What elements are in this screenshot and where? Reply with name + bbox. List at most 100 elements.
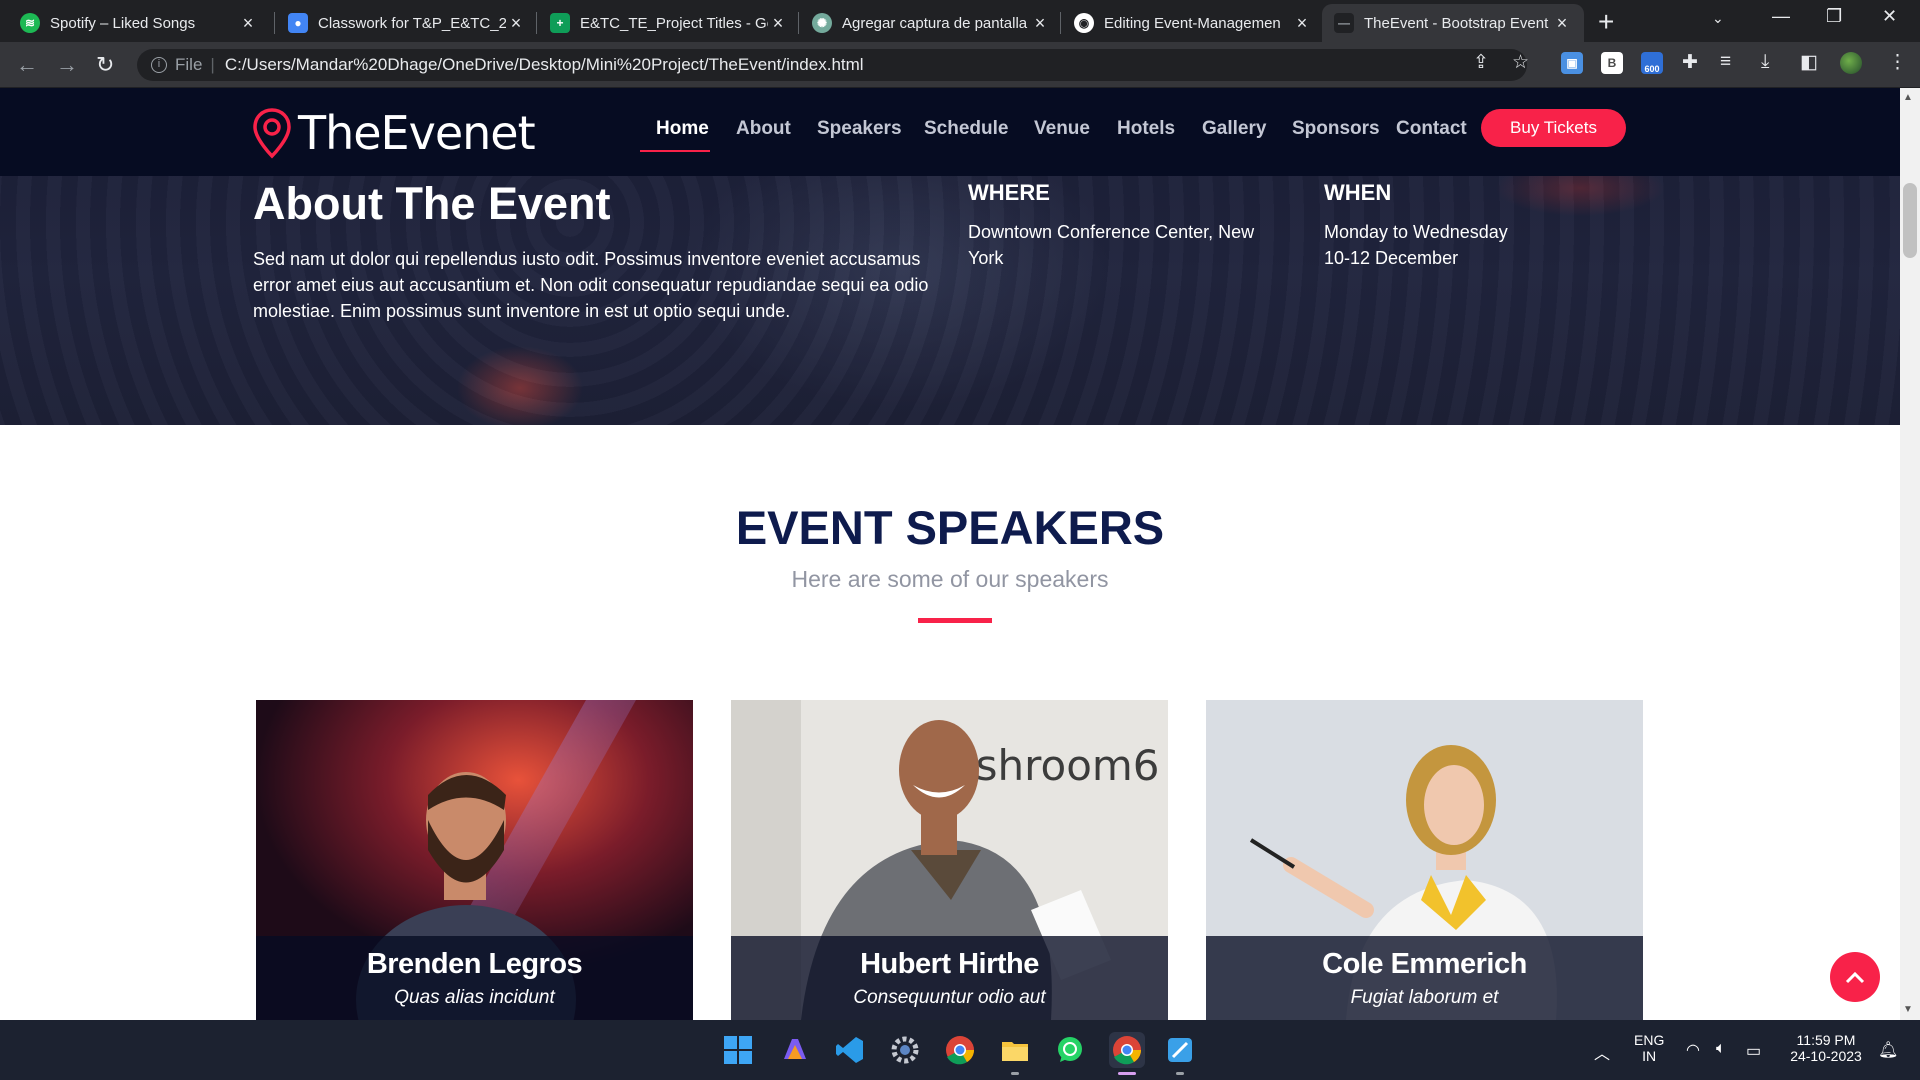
profile-avatar[interactable] <box>1840 52 1862 74</box>
tab-sheets[interactable]: + E&TC_TE_Project Titles - Go × <box>538 4 800 42</box>
nav-home[interactable]: Home <box>656 118 709 140</box>
tab-classroom[interactable]: ● Classwork for T&P_E&TC_2 × <box>276 4 538 42</box>
close-tab-icon[interactable]: × <box>1552 13 1572 34</box>
site-header: TheEvenet Home About Speakers Schedule V… <box>0 88 1900 176</box>
scroll-up-arrow[interactable]: ▲ <box>1903 92 1913 103</box>
restore-icon[interactable]: ❐ <box>1826 6 1842 27</box>
vscode-icon[interactable] <box>834 1034 866 1066</box>
when-days: Monday to Wednesday <box>1324 222 1508 242</box>
scroll-down-arrow[interactable]: ▼ <box>1903 1004 1913 1015</box>
whatsapp-icon[interactable] <box>1054 1034 1086 1066</box>
reload-icon[interactable]: ↻ <box>96 52 114 78</box>
browser-tab-strip: ≋ Spotify – Liked Songs × ● Classwork fo… <box>0 0 1920 42</box>
speaker-name[interactable]: Hubert Hirthe <box>731 948 1168 981</box>
tab-theevent[interactable]: — TheEvent - Bootstrap Event × <box>1322 4 1584 42</box>
about-title: About The Event <box>253 178 611 229</box>
close-tab-icon[interactable]: × <box>1030 13 1050 34</box>
b-extension-icon[interactable]: B <box>1601 52 1623 74</box>
bookmark-star-icon[interactable]: ☆ <box>1512 51 1529 74</box>
clock[interactable]: 11:59 PM 24-10-2023 <box>1786 1032 1866 1064</box>
speaker-caption: Brenden Legros Quas alias incidunt <box>256 936 693 1020</box>
chrome-menu-icon[interactable]: ⋮ <box>1888 51 1907 74</box>
share-icon[interactable]: ⇪ <box>1473 51 1489 74</box>
speaker-card[interactable]: mashroom6 Hubert Hirthe Consequuntur odi… <box>731 700 1168 1020</box>
tab-github[interactable]: ◉ Editing Event-Managemen × <box>1062 4 1324 42</box>
address-bar[interactable]: i File | C:/Users/Mandar%20Dhage/OneDriv… <box>137 49 1527 81</box>
close-tab-icon[interactable]: × <box>768 13 788 34</box>
side-panel-icon[interactable]: ◧ <box>1800 51 1818 74</box>
nav-speakers[interactable]: Speakers <box>817 118 902 140</box>
chatgpt-icon: ✺ <box>812 13 832 33</box>
extensions-puzzle-icon[interactable]: ✚ <box>1682 51 1698 74</box>
speaker-caption: Hubert Hirthe Consequuntur odio aut <box>731 936 1168 1020</box>
region-code: IN <box>1642 1048 1657 1064</box>
media-queue-icon[interactable]: ≡ <box>1720 51 1731 73</box>
tab-title: TheEvent - Bootstrap Event <box>1364 14 1549 32</box>
nav-about[interactable]: About <box>736 118 791 140</box>
section-divider <box>918 618 992 623</box>
sheets-icon: + <box>550 13 570 33</box>
nav-gallery[interactable]: Gallery <box>1202 118 1266 140</box>
windows-start-icon[interactable] <box>722 1034 754 1066</box>
close-tab-icon[interactable]: × <box>1292 13 1312 34</box>
wifi-icon[interactable]: ◠ <box>1686 1040 1700 1060</box>
speaker-role: Consequuntur odio aut <box>853 987 1046 1008</box>
nav-schedule[interactable]: Schedule <box>924 118 1008 140</box>
settings-icon[interactable] <box>889 1034 921 1066</box>
copilot-pre-icon[interactable] <box>779 1034 811 1066</box>
badge-extension-icon[interactable]: 600 <box>1641 52 1663 74</box>
speaker-card[interactable]: Cole Emmerich Fugiat laborum et <box>1206 700 1643 1020</box>
divider: | <box>210 55 215 74</box>
chrome-active-icon[interactable] <box>1109 1032 1145 1068</box>
nav-contact[interactable]: Contact <box>1396 118 1467 140</box>
chevron-up-icon <box>1845 971 1865 984</box>
speaker-role: Fugiat laborum et <box>1350 987 1499 1008</box>
notification-bell-icon[interactable]: 🔔︎ <box>1878 1040 1898 1060</box>
chrome-icon[interactable] <box>944 1034 976 1066</box>
tab-title: Editing Event-Managemen <box>1104 14 1281 32</box>
speaker-name[interactable]: Cole Emmerich <box>1206 948 1643 981</box>
url-text[interactable]: C:/Users/Mandar%20Dhage/OneDrive/Desktop… <box>225 55 864 75</box>
file-explorer-icon[interactable] <box>999 1034 1031 1066</box>
logo-text: TheEvenet <box>298 106 536 160</box>
language-indicator[interactable]: ENG IN <box>1634 1032 1664 1064</box>
scrollbar-thumb[interactable] <box>1903 183 1917 258</box>
tab-search-icon[interactable]: ⌄ <box>1712 10 1724 27</box>
volume-icon[interactable]: 🔈︎ <box>1716 1040 1726 1058</box>
nav-sponsors[interactable]: Sponsors <box>1292 118 1380 140</box>
close-tab-icon[interactable]: × <box>506 13 526 34</box>
nav-venue[interactable]: Venue <box>1034 118 1090 140</box>
tab-divider <box>274 12 275 34</box>
back-icon[interactable]: ← <box>16 52 38 78</box>
scheme-label: File <box>175 55 203 74</box>
back-to-top-button[interactable] <box>1830 952 1880 1002</box>
clock-time: 11:59 PM <box>1796 1032 1856 1048</box>
close-tab-icon[interactable]: × <box>238 13 258 34</box>
site-logo[interactable]: TheEvenet <box>252 106 536 160</box>
tab-title: Spotify – Liked Songs <box>50 14 196 32</box>
battery-icon[interactable]: ▭ <box>1746 1041 1761 1061</box>
when-dates: 10-12 December <box>1324 248 1459 268</box>
speakers-title: EVENT SPEAKERS <box>735 501 1165 554</box>
page-icon: — <box>1334 13 1354 33</box>
new-tab-button[interactable]: + <box>1598 6 1614 38</box>
forward-icon[interactable]: → <box>56 52 78 78</box>
close-window-icon[interactable]: ✕ <box>1882 6 1897 27</box>
speaker-card[interactable]: Brenden Legros Quas alias incidunt <box>256 700 693 1020</box>
active-indicator <box>1118 1072 1136 1075</box>
tab-divider <box>798 12 799 34</box>
tab-title: Classwork for T&P_E&TC_2 <box>318 14 506 32</box>
screen-capture-extension-icon[interactable]: ▣ <box>1561 52 1583 74</box>
minimize-icon[interactable]: — <box>1772 6 1790 27</box>
nav-hotels[interactable]: Hotels <box>1117 118 1175 140</box>
tray-overflow-chevron-icon[interactable]: ︿ <box>1594 1040 1610 1064</box>
speaker-name[interactable]: Brenden Legros <box>256 948 693 981</box>
snipping-tool-icon[interactable] <box>1164 1034 1196 1066</box>
info-icon[interactable]: i <box>151 57 167 73</box>
tab-chatgpt[interactable]: ✺ Agregar captura de pantalla × <box>800 4 1062 42</box>
tab-spotify[interactable]: ≋ Spotify – Liked Songs × <box>8 4 270 42</box>
running-indicator <box>1011 1072 1019 1075</box>
downloads-icon[interactable]: ⤓ <box>1761 51 1769 73</box>
buy-tickets-button[interactable]: Buy Tickets <box>1481 109 1626 147</box>
where-text: Downtown Conference Center, New York <box>968 222 1255 268</box>
